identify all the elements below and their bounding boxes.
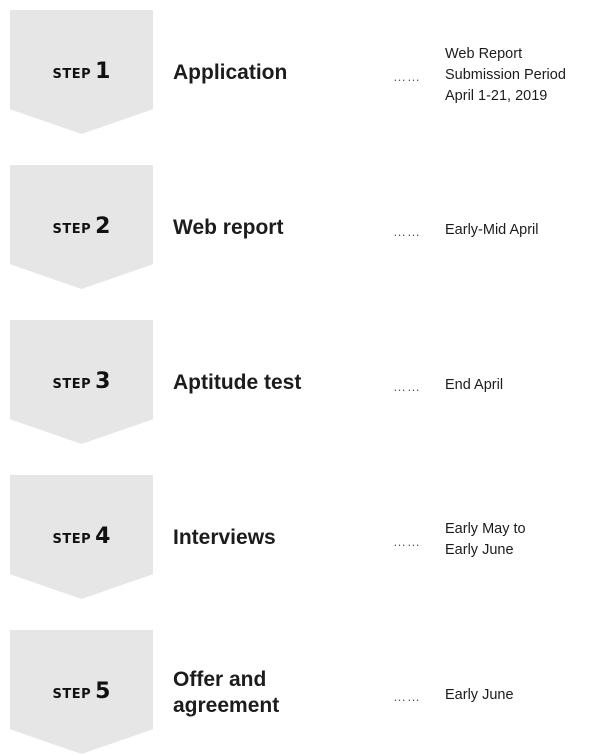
- step-schedule-line: April 1-21, 2019: [445, 87, 548, 104]
- step-schedule-line: End April: [445, 376, 504, 393]
- leader-dots: ……: [393, 534, 421, 549]
- step-badge: STEP 4: [10, 524, 153, 549]
- leader-dots: ……: [393, 224, 421, 239]
- step-title-line: Aptitude test: [173, 371, 302, 394]
- step-4: STEP 4 Interviews …… Early May to Early June: [0, 475, 603, 613]
- step-label: STEP: [52, 67, 92, 82]
- leader-dots: ……: [393, 379, 421, 394]
- step-title: Application: [173, 60, 373, 86]
- step-schedule-line: Web Report: [445, 45, 523, 62]
- step-title-line: Offer and: [173, 668, 267, 691]
- leader-dots: ……: [393, 69, 421, 84]
- step-badge: STEP 2: [10, 214, 153, 239]
- step-label: STEP: [52, 687, 92, 702]
- step-schedule-note: Early June: [445, 685, 603, 706]
- step-schedule-note: Early May to Early June: [445, 519, 603, 561]
- step-title: Interviews: [173, 525, 373, 551]
- step-schedule-line: Submission Period: [445, 66, 566, 83]
- step-number: 2: [95, 214, 111, 239]
- step-number: 3: [95, 369, 111, 394]
- step-flow-diagram: STEP 1 Application…… Web Report Submission P…: [0, 0, 603, 756]
- step-title-line: Application: [173, 61, 288, 84]
- step-badge: STEP 3: [10, 369, 153, 394]
- step-schedule-note: End April: [445, 375, 603, 396]
- leader-dots: ……: [393, 689, 421, 704]
- step-schedule-line: Early-Mid April: [445, 221, 539, 238]
- step-schedule-note: Web Report Submission Period April 1-21, 2…: [445, 44, 603, 107]
- step-label: STEP: [52, 222, 92, 237]
- step-schedule-line: Early May to: [445, 521, 526, 537]
- step-badge: STEP 1: [10, 59, 153, 84]
- step-1: STEP 1 Application …… Web Report Submission P…: [0, 10, 603, 148]
- step-3: STEP 3 Aptitude test …… End April: [0, 320, 603, 458]
- step-title-line: Interviews: [173, 526, 276, 549]
- step-title: Offer and agreement: [173, 667, 373, 719]
- step-number: 5: [95, 679, 111, 704]
- step-badge: STEP 5: [10, 679, 153, 704]
- step-schedule-note: Early-Mid April: [445, 220, 603, 241]
- step-number: 1: [95, 59, 111, 84]
- step-2: STEP 2 Web report …… Early-Mid April: [0, 165, 603, 303]
- step-label: STEP: [52, 377, 92, 392]
- step-5: STEP 5 Offer and agreement …… Early June: [0, 630, 603, 756]
- step-title-line: agreement: [173, 694, 280, 717]
- step-title: Aptitude test: [173, 370, 373, 396]
- step-title: Web report: [173, 215, 373, 241]
- step-number: 4: [95, 524, 111, 549]
- step-schedule-line: Early June: [445, 542, 514, 558]
- step-label: STEP: [52, 532, 92, 547]
- step-title-line: Web report: [173, 216, 284, 239]
- step-schedule-line: Early June: [445, 686, 514, 703]
